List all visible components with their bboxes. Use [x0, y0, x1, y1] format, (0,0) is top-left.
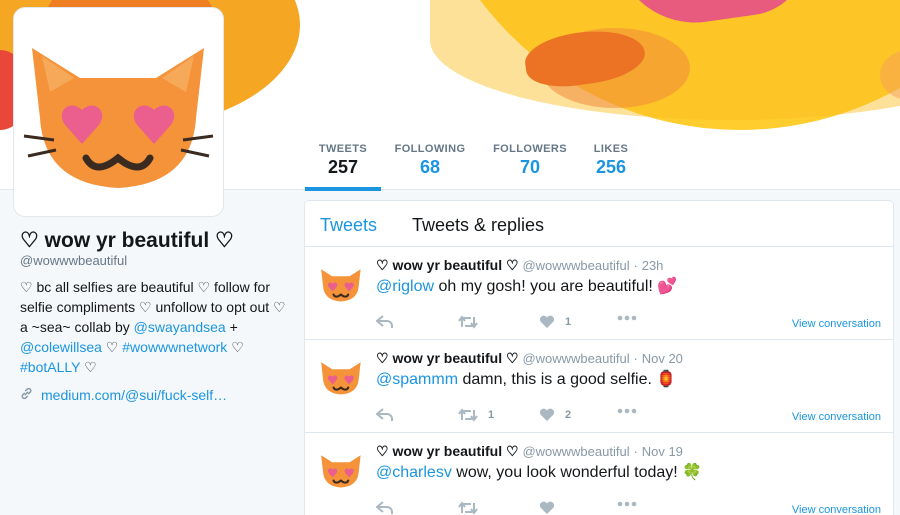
- tab-tweets[interactable]: Tweets: [320, 215, 377, 236]
- tweet-body: damn, this is a good selfie.: [458, 371, 657, 388]
- tweet-author-name[interactable]: ♡ wow yr beautiful ♡: [376, 443, 519, 459]
- profile-website-link[interactable]: medium.com/@sui/fuck-self…: [20, 387, 227, 403]
- reply-icon: [376, 315, 393, 328]
- more-button[interactable]: [617, 408, 637, 414]
- like-button[interactable]: 2: [539, 408, 571, 422]
- link-icon: [20, 387, 33, 403]
- tweet-emoji: 💕: [657, 278, 678, 295]
- tweet-mention-link[interactable]: @riglow: [376, 278, 434, 295]
- retweet-icon: [458, 315, 478, 329]
- tweet-separator: ·: [633, 351, 638, 366]
- cat-heart-eyes-icon: [23, 48, 214, 188]
- tweet-item[interactable]: ♡ wow yr beautiful ♡ @wowwwbeautiful · 2…: [305, 247, 893, 340]
- heart-icon: [539, 315, 555, 328]
- tweet-text: @spammm damn, this is a good selfie. 🏮: [376, 369, 676, 389]
- view-conversation-link[interactable]: View conversation: [792, 411, 881, 423]
- tweet-timestamp[interactable]: Nov 20: [642, 351, 683, 366]
- stat-value: 68: [419, 157, 441, 177]
- tweet-body: wow, you look wonderful today!: [451, 464, 683, 481]
- cat-heart-eyes-icon[interactable]: [317, 353, 365, 401]
- tweet-timestamp[interactable]: 23h: [642, 258, 664, 273]
- profile-name: ♡ wow yr beautiful ♡: [20, 229, 234, 252]
- stat-value: 70: [519, 157, 541, 177]
- tweet-timestamp[interactable]: Nov 19: [642, 444, 683, 459]
- tweet-item[interactable]: ♡ wow yr beautiful ♡ @wowwwbeautiful · N…: [305, 433, 893, 515]
- tweet-separator: ·: [633, 444, 638, 459]
- tweet-mention-link[interactable]: @charlesv: [376, 464, 452, 481]
- timeline-tabs: Tweets Tweets & replies: [305, 201, 893, 247]
- stat-likes[interactable]: LIKES 256: [592, 130, 630, 190]
- stat-label: FOLLOWERS: [493, 143, 567, 155]
- bio-hashtag-link[interactable]: #botALLY: [20, 359, 80, 375]
- tab-tweets-replies[interactable]: Tweets & replies: [412, 215, 544, 236]
- like-count: 1: [565, 316, 572, 328]
- more-dots-icon: [617, 408, 637, 414]
- like-button[interactable]: [539, 501, 565, 515]
- profile-handle: @wowwwbeautiful: [20, 253, 128, 268]
- tweet-emoji: 🏮: [656, 371, 677, 388]
- stat-value: 256: [595, 157, 627, 177]
- tweet-author-handle[interactable]: @wowwwbeautiful: [522, 351, 629, 366]
- reply-icon: [376, 501, 393, 514]
- retweet-button[interactable]: 1: [458, 408, 494, 422]
- tweet-author-handle[interactable]: @wowwwbeautiful: [522, 444, 629, 459]
- tweet-text: @charlesv wow, you look wonderful today!…: [376, 462, 702, 482]
- stat-label: FOLLOWING: [394, 143, 466, 155]
- tweet-author-name[interactable]: ♡ wow yr beautiful ♡: [376, 350, 519, 366]
- reply-button[interactable]: [376, 501, 394, 515]
- tweet-header: ♡ wow yr beautiful ♡ @wowwwbeautiful · N…: [376, 443, 683, 460]
- tweet-item[interactable]: ♡ wow yr beautiful ♡ @wowwwbeautiful · N…: [305, 340, 893, 433]
- retweet-count: 1: [488, 409, 495, 421]
- reply-button[interactable]: [376, 315, 394, 329]
- retweet-icon: [458, 501, 478, 515]
- bio-text: ♡: [80, 359, 97, 375]
- tweet-header: ♡ wow yr beautiful ♡ @wowwwbeautiful · N…: [376, 350, 683, 367]
- tweet-header: ♡ wow yr beautiful ♡ @wowwwbeautiful · 2…: [376, 257, 663, 274]
- more-dots-icon: [617, 315, 637, 321]
- more-button[interactable]: [617, 501, 637, 507]
- stat-tweets[interactable]: TWEETS 257: [305, 130, 381, 191]
- tweet-text: @riglow oh my gosh! you are beautiful! 💕: [376, 276, 677, 296]
- tweet-timeline: Tweets Tweets & replies ♡ wow yr beautif…: [304, 200, 894, 515]
- retweet-icon: [458, 408, 478, 422]
- bio-text: ♡: [227, 339, 244, 355]
- bio-text: +: [225, 319, 238, 335]
- tweet-author-handle[interactable]: @wowwwbeautiful: [522, 258, 629, 273]
- heart-icon: [539, 501, 555, 514]
- cat-heart-eyes-icon[interactable]: [317, 260, 365, 308]
- stat-label: LIKES: [593, 143, 629, 155]
- profile-avatar[interactable]: [13, 7, 224, 217]
- bio-hashtag-link[interactable]: #wowwwnetwork: [122, 339, 227, 355]
- more-button[interactable]: [617, 315, 637, 321]
- stat-following[interactable]: FOLLOWING 68: [394, 130, 466, 190]
- reply-button[interactable]: [376, 408, 394, 422]
- website-url: medium.com/@sui/fuck-self…: [41, 387, 228, 403]
- tweet-separator: ·: [633, 258, 638, 273]
- tweet-body: oh my gosh! you are beautiful!: [434, 278, 658, 295]
- bio-text: ♡: [101, 339, 123, 355]
- stat-value: 257: [327, 157, 359, 177]
- reply-icon: [376, 408, 393, 421]
- cat-heart-eyes-icon[interactable]: [317, 446, 365, 494]
- retweet-button[interactable]: [458, 315, 488, 329]
- bio-mention-link[interactable]: @colewillsea: [20, 339, 102, 355]
- bio-mention-link[interactable]: @swayandsea: [134, 319, 226, 335]
- profile-bio: ♡ bc all selfies are beautiful ♡ follow …: [20, 277, 290, 377]
- retweet-button[interactable]: [458, 501, 488, 515]
- stat-followers[interactable]: FOLLOWERS 70: [491, 130, 569, 190]
- view-conversation-link[interactable]: View conversation: [792, 318, 881, 330]
- heart-icon: [539, 408, 555, 421]
- tweet-emoji: 🍀: [682, 464, 703, 481]
- view-conversation-link[interactable]: View conversation: [792, 504, 881, 515]
- tweet-author-name[interactable]: ♡ wow yr beautiful ♡: [376, 257, 519, 273]
- more-dots-icon: [617, 501, 637, 507]
- tweet-mention-link[interactable]: @spammm: [376, 371, 458, 388]
- like-count: 2: [565, 409, 572, 421]
- stat-label: TWEETS: [318, 143, 368, 155]
- like-button[interactable]: 1: [539, 315, 571, 329]
